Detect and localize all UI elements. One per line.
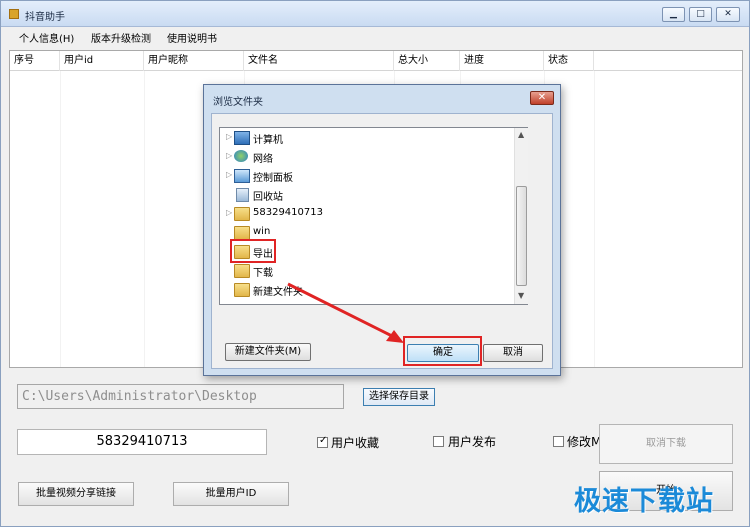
annotation-arrow-icon bbox=[287, 282, 404, 343]
watermark: 极速下载站 bbox=[574, 486, 714, 517]
